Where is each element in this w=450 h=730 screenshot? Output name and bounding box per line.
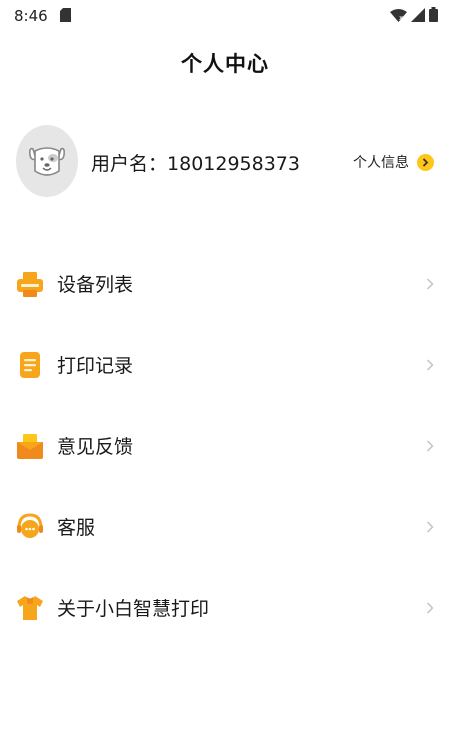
chevron-right-icon — [426, 277, 434, 290]
menu-list: 设备列表 打印记录 意见反馈 客服 关于小白智慧打印 — [0, 243, 450, 648]
status-icons: x — [390, 7, 438, 22]
menu-label: 客服 — [57, 517, 96, 539]
menu-label: 设备列表 — [57, 274, 134, 296]
status-bar: 8:46 x — [0, 0, 450, 32]
username: 用户名：18012958373 — [91, 149, 300, 176]
menu-item-customer-service[interactable]: 客服 — [0, 486, 450, 567]
menu-label: 打印记录 — [57, 355, 134, 377]
signal-icon — [411, 7, 425, 22]
chevron-right-icon — [426, 520, 434, 533]
wifi-icon: x — [390, 8, 407, 22]
document-icon — [16, 351, 44, 379]
menu-item-about[interactable]: 关于小白智慧打印 — [0, 567, 450, 648]
profile-section: 用户名：18012958373 个人信息 — [0, 125, 450, 199]
battery-icon — [429, 7, 438, 22]
avatar[interactable] — [16, 125, 78, 197]
menu-item-print-records[interactable]: 打印记录 — [0, 324, 450, 405]
svg-text:x: x — [399, 14, 403, 22]
menu-label: 意见反馈 — [57, 436, 134, 458]
shirt-icon — [16, 594, 44, 622]
chevron-right-icon — [417, 153, 434, 171]
personal-info-link[interactable]: 个人信息 — [353, 152, 434, 172]
printer-icon — [16, 270, 44, 298]
chevron-right-icon — [426, 358, 434, 371]
headset-icon — [16, 512, 44, 541]
username-value: 18012958373 — [167, 153, 300, 175]
chevron-right-icon — [426, 439, 434, 452]
chevron-right-icon — [426, 601, 434, 614]
page-title: 个人中心 — [181, 52, 269, 76]
username-label: 用户名： — [91, 153, 168, 175]
dog-avatar-icon — [29, 147, 65, 176]
menu-item-feedback[interactable]: 意见反馈 — [0, 405, 450, 486]
menu-item-device-list[interactable]: 设备列表 — [0, 243, 450, 324]
menu-label: 关于小白智慧打印 — [57, 598, 210, 620]
sd-card-icon — [60, 8, 71, 22]
feedback-box-icon — [16, 432, 44, 460]
personal-info-label: 个人信息 — [353, 155, 409, 171]
status-time: 8:46 — [14, 7, 48, 25]
